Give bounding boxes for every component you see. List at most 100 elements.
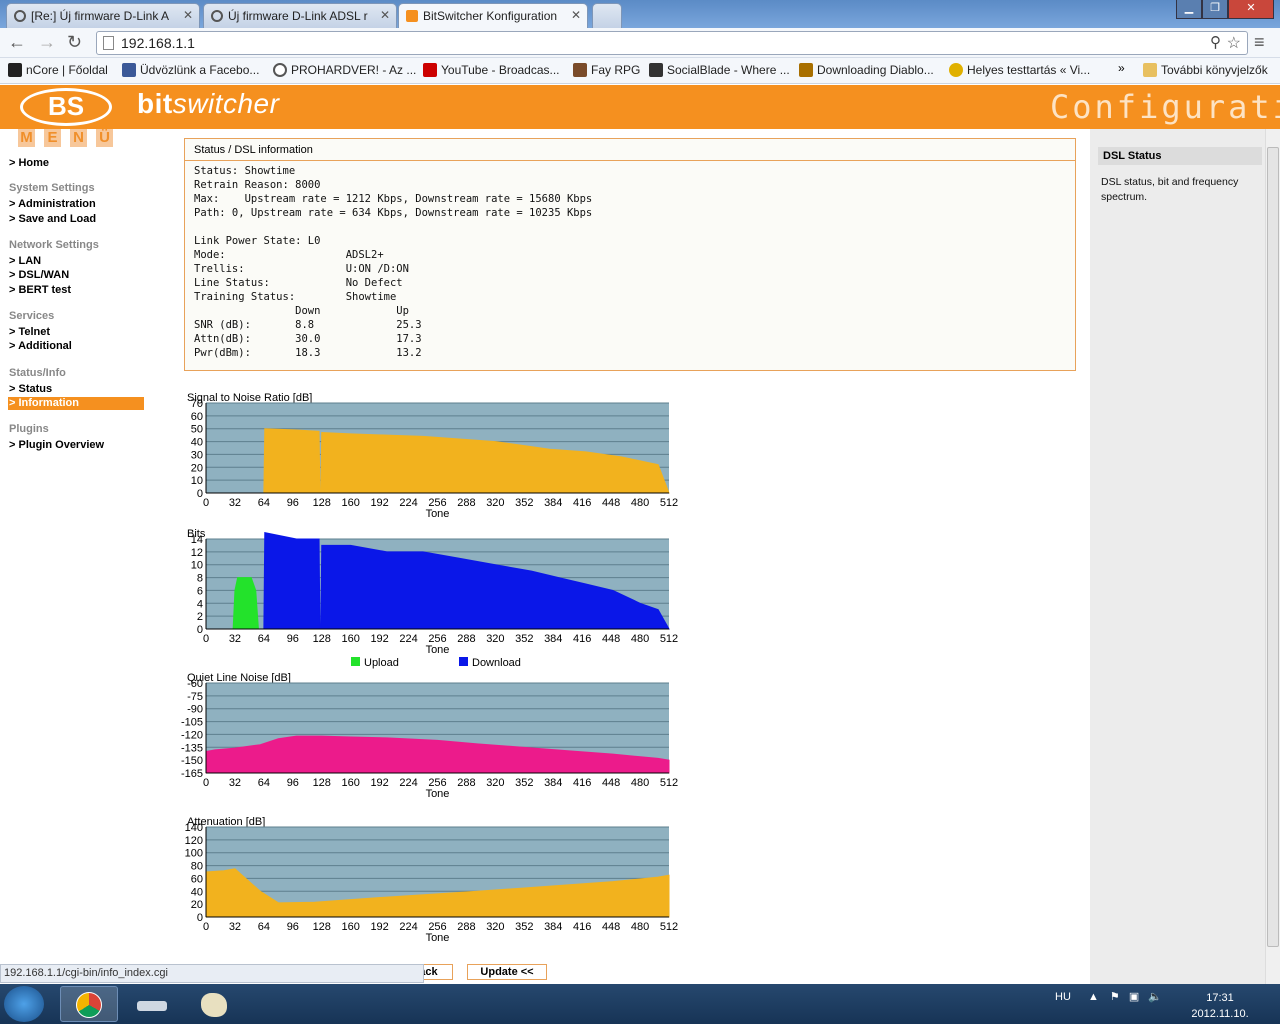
volume-icon[interactable]: 🔈	[1148, 991, 1162, 1003]
legend-label: Download	[472, 657, 521, 669]
bookmark-diablo[interactable]: Downloading Diablo...	[799, 63, 934, 77]
address-bar[interactable]: 192.168.1.1 ⚲ ☆	[96, 31, 1248, 55]
x-tick-label: 416	[573, 497, 591, 509]
restore-button[interactable]: ❐	[1202, 0, 1228, 19]
x-tick-label: 416	[573, 921, 591, 933]
scrollbar-thumb[interactable]	[1267, 147, 1279, 947]
chrome-taskbar-button[interactable]	[60, 986, 118, 1022]
y-tick-label: -75	[187, 691, 203, 703]
close-window-button[interactable]: ✕	[1228, 0, 1274, 19]
close-icon[interactable]: ✕	[380, 8, 390, 22]
back-arrow-icon[interactable]: ←	[8, 32, 26, 53]
y-tick-label: 10	[191, 560, 203, 572]
legend-swatch	[459, 657, 468, 666]
chevron-up-icon[interactable]: ▲	[1088, 991, 1099, 1003]
tab-1[interactable]: [Re:] Új firmware D-Link A ✕	[6, 3, 200, 28]
bookmark-ncore[interactable]: nCore | Főoldal	[8, 63, 108, 77]
chevron-icon[interactable]: »	[1118, 61, 1125, 75]
new-tab-button[interactable]	[592, 3, 622, 28]
paint-taskbar-button[interactable]	[184, 986, 242, 1022]
x-tick-label: 352	[515, 497, 533, 509]
scrollbar[interactable]	[1265, 129, 1280, 984]
tab-label: Új firmware D-Link ADSL r	[228, 9, 368, 23]
forward-arrow-icon[interactable]: →	[38, 32, 56, 53]
bookmark-facebook[interactable]: Üdvözlünk a Facebo...	[122, 63, 259, 77]
dsl-info-box: Status / DSL information Status: Showtim…	[184, 138, 1076, 371]
sidebar-item-telnet[interactable]: > Telnet	[8, 326, 144, 339]
dsl-info-text: Status: Showtime Retrain Reason: 8000 Ma…	[194, 165, 593, 359]
bookmark-youtube[interactable]: YouTube - Broadcas...	[423, 63, 560, 77]
minimize-button[interactable]: ▁	[1176, 0, 1202, 19]
y-tick-label: 60	[191, 873, 203, 885]
x-axis-label: Tone	[426, 788, 450, 800]
clock[interactable]: 17:31 2012.11.10.	[1180, 990, 1260, 1022]
y-tick-label: 100	[185, 848, 203, 860]
x-tick-label: 384	[544, 633, 562, 645]
bookmark-prohardver[interactable]: PROHARDVER! - Az ...	[273, 63, 416, 77]
bookmark-fayrpg[interactable]: Fay RPG	[573, 63, 640, 77]
y-tick-label: 12	[191, 547, 203, 559]
tab-2[interactable]: Új firmware D-Link ADSL r ✕	[203, 3, 397, 28]
y-tick-label: 120	[185, 835, 203, 847]
bookmark-label: További könyvjelzők	[1161, 63, 1268, 77]
sidebar-item-additional[interactable]: > Additional	[8, 340, 144, 353]
clock-time: 17:31	[1206, 992, 1234, 1004]
x-tick-label: 128	[313, 633, 331, 645]
y-tick-label: -60	[187, 678, 203, 690]
update-button[interactable]: Update <<	[467, 964, 547, 980]
sidebar-item-administration[interactable]: > Administration	[8, 198, 144, 211]
close-icon[interactable]: ✕	[571, 8, 581, 22]
sidebar-item-information[interactable]: > Information	[8, 397, 144, 410]
language-indicator[interactable]: HU	[1055, 991, 1071, 1003]
x-tick-label: 160	[342, 633, 360, 645]
sidebar-item-home[interactable]: > Home	[8, 157, 144, 170]
star-icon[interactable]: ☆	[1227, 33, 1241, 53]
folder-icon	[1143, 63, 1157, 77]
y-tick-label: 40	[191, 437, 203, 449]
y-tick-label: 50	[191, 424, 203, 436]
tab-3[interactable]: BitSwitcher Konfiguration ✕	[398, 3, 588, 28]
x-tick-label: 512	[660, 633, 678, 645]
y-tick-label: 4	[197, 598, 203, 610]
x-tick-label: 128	[313, 497, 331, 509]
y-tick-label: 2	[197, 611, 203, 623]
prohardver-icon	[273, 63, 287, 77]
x-tick-label: 96	[287, 633, 299, 645]
zoom-icon[interactable]: ⚲	[1210, 33, 1221, 51]
x-tick-label: 32	[229, 633, 241, 645]
menu-heading: M E N Ü	[18, 129, 148, 149]
start-button[interactable]	[4, 986, 44, 1022]
x-tick-label: 320	[486, 497, 504, 509]
bookmark-label: nCore | Főoldal	[26, 63, 108, 77]
y-tick-label: -105	[181, 717, 203, 729]
x-tick-label: 192	[370, 777, 388, 789]
network-icon[interactable]: ▣	[1129, 991, 1139, 1003]
x-tick-label: 64	[258, 497, 270, 509]
sidebar-item-status[interactable]: > Status	[8, 383, 144, 396]
bookmark-label: Downloading Diablo...	[817, 63, 934, 77]
wrench-icon[interactable]: ≡	[1254, 32, 1265, 53]
reload-icon[interactable]: ↻	[67, 32, 82, 53]
bookmark-socialblade[interactable]: SocialBlade - Where ...	[649, 63, 790, 77]
x-tick-label: 288	[457, 633, 475, 645]
sidebar-item-plugin-overview[interactable]: > Plugin Overview	[8, 439, 144, 452]
page-title: Configuration	[1050, 88, 1280, 126]
bookmark-testtartas[interactable]: Helyes testtartás « Vi...	[949, 63, 1090, 77]
x-tick-label: 224	[399, 777, 417, 789]
x-tick-label: 32	[229, 497, 241, 509]
x-tick-label: 224	[399, 633, 417, 645]
sidebar-item-bert-test[interactable]: > BERT test	[8, 284, 144, 297]
flag-icon[interactable]: ⚑	[1110, 991, 1120, 1003]
x-tick-label: 416	[573, 777, 591, 789]
spectrum-charts: Signal to Noise Ratio [dB]01020304050607…	[181, 392, 678, 944]
close-icon[interactable]: ✕	[183, 8, 193, 22]
tab-label: BitSwitcher Konfiguration	[423, 9, 558, 23]
bookmark-label: SocialBlade - Where ...	[667, 63, 790, 77]
scanner-taskbar-button[interactable]	[122, 986, 180, 1022]
sidebar-item-lan[interactable]: > LAN	[8, 255, 144, 268]
sidebar-item-save-and-load[interactable]: > Save and Load	[8, 213, 144, 226]
fayrpg-icon	[573, 63, 587, 77]
socialblade-icon	[649, 63, 663, 77]
other-bookmarks[interactable]: További könyvjelzők	[1143, 63, 1268, 77]
sidebar-item-dsl-wan[interactable]: > DSL/WAN	[8, 269, 144, 282]
